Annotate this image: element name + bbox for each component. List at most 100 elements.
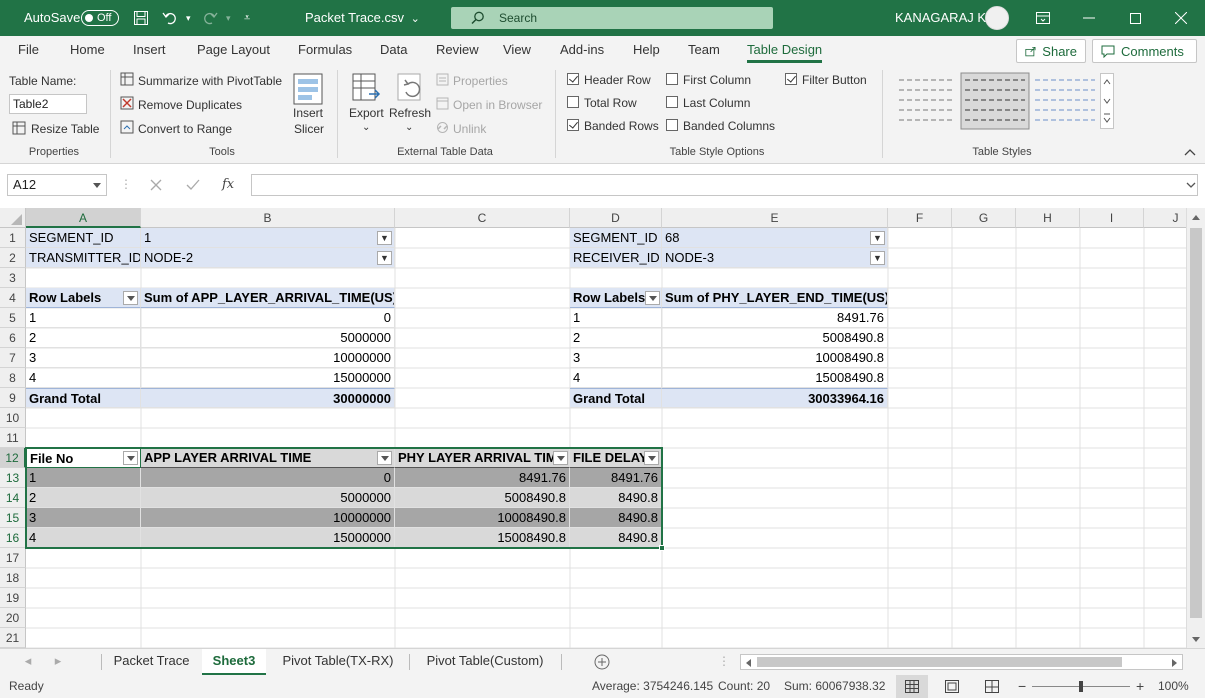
- row-header-2[interactable]: 2: [0, 248, 26, 268]
- row-header-3[interactable]: 3: [0, 268, 26, 288]
- row-header-12[interactable]: 12: [0, 448, 26, 468]
- column-header-e[interactable]: E: [662, 208, 888, 228]
- pivot-right-row-label[interactable]: 1: [570, 308, 662, 328]
- table-cell[interactable]: 5008490.8: [395, 488, 570, 508]
- column-header-a[interactable]: A: [26, 208, 141, 228]
- pivot-right-grand-total-value[interactable]: 30033964.16: [662, 388, 888, 408]
- summarize-pivot-button[interactable]: Summarize with PivotTable: [138, 74, 282, 88]
- pivot-right-row-value[interactable]: 5008490.8: [662, 328, 888, 348]
- pivot-left-row-label[interactable]: 3: [26, 348, 141, 368]
- name-box-dropdown-icon[interactable]: [93, 183, 101, 188]
- add-sheet-icon[interactable]: [594, 654, 610, 670]
- table-cell[interactable]: 15008490.8: [395, 528, 570, 548]
- document-title[interactable]: Packet Trace.csv ⌄: [305, 0, 420, 36]
- scroll-right-icon[interactable]: [1171, 658, 1179, 668]
- row-header-5[interactable]: 5: [0, 308, 26, 328]
- tab-help[interactable]: Help: [633, 36, 660, 66]
- next-sheet-icon[interactable]: ▸: [50, 649, 66, 675]
- save-icon[interactable]: [133, 0, 149, 36]
- close-icon[interactable]: [1158, 0, 1204, 36]
- table-header-phy-layer[interactable]: PHY LAYER ARRIVAL TIME: [395, 448, 570, 468]
- pivot-right-row-value[interactable]: 15008490.8: [662, 368, 888, 388]
- search-box[interactable]: Search: [451, 7, 773, 29]
- pivot-left-filter-value[interactable]: NODE-2: [141, 248, 395, 268]
- status-sum[interactable]: Sum: 60067938.32: [784, 675, 885, 698]
- filter-dropdown-icon[interactable]: ▼: [377, 231, 392, 245]
- column-header-b[interactable]: B: [141, 208, 395, 228]
- pivot-left-row-value[interactable]: 0: [141, 308, 395, 328]
- page-layout-view-icon[interactable]: [945, 680, 959, 693]
- tab-insert[interactable]: Insert: [133, 36, 166, 66]
- table-name-input[interactable]: Table2: [9, 94, 87, 114]
- status-average[interactable]: Average: 3754246.145: [592, 675, 713, 698]
- row-header-1[interactable]: 1: [0, 228, 26, 248]
- column-filter-dropdown-icon[interactable]: [123, 451, 138, 465]
- pivot-left-row-label[interactable]: 4: [26, 368, 141, 388]
- prev-sheet-icon[interactable]: ◂: [20, 649, 36, 675]
- share-button[interactable]: Share: [1016, 39, 1086, 63]
- table-cell[interactable]: 4: [26, 528, 141, 548]
- export-button[interactable]: Export: [349, 106, 384, 120]
- fill-handle[interactable]: [659, 545, 665, 551]
- minimize-icon[interactable]: [1066, 0, 1112, 36]
- pivot-right-filter-value[interactable]: NODE-3: [662, 248, 888, 268]
- unlink-button[interactable]: Unlink: [453, 122, 486, 136]
- pivot-left-row-value[interactable]: 15000000: [141, 368, 395, 388]
- refresh-button[interactable]: Refresh: [389, 106, 431, 120]
- row-header-8[interactable]: 8: [0, 368, 26, 388]
- horizontal-scroll-thumb[interactable]: [757, 657, 1122, 667]
- pivot-left-filter-label[interactable]: SEGMENT_ID: [26, 228, 141, 248]
- zoom-out-icon[interactable]: −: [1018, 675, 1026, 698]
- sheet-tab-pivot-tx-rx[interactable]: Pivot Table(TX-RX): [268, 649, 408, 675]
- row-header-15[interactable]: 15: [0, 508, 26, 528]
- filter-button-checkbox[interactable]: [785, 73, 797, 85]
- name-box[interactable]: A12: [7, 174, 107, 196]
- table-cell[interactable]: 8491.76: [395, 468, 570, 488]
- autosave-toggle[interactable]: Off: [81, 10, 119, 26]
- pivot-right-row-label[interactable]: 2: [570, 328, 662, 348]
- sheet-tab-sheet3[interactable]: Sheet3: [202, 649, 266, 675]
- pivot-right-value-header[interactable]: Sum of PHY_LAYER_END_TIME(US): [662, 288, 888, 308]
- filter-dropdown-icon[interactable]: ▼: [870, 231, 885, 245]
- banded-rows-checkbox[interactable]: [567, 119, 579, 131]
- status-count[interactable]: Count: 20: [718, 675, 770, 698]
- pivot-left-row-label[interactable]: 2: [26, 328, 141, 348]
- undo-icon[interactable]: [162, 0, 178, 36]
- scroll-up-icon[interactable]: [1191, 213, 1201, 221]
- last-column-checkbox[interactable]: [666, 96, 678, 108]
- row-header-17[interactable]: 17: [0, 548, 26, 568]
- row-header-21[interactable]: 21: [0, 628, 26, 648]
- insert-slicer-line2[interactable]: Slicer: [294, 122, 324, 136]
- vertical-scroll-thumb[interactable]: [1190, 228, 1202, 618]
- table-cell[interactable]: 8490.8: [570, 488, 662, 508]
- pivot-left-filter-value[interactable]: 1: [141, 228, 395, 248]
- column-header-i[interactable]: I: [1080, 208, 1144, 228]
- vertical-scrollbar[interactable]: [1186, 208, 1205, 648]
- pivot-right-grand-total-label[interactable]: Grand Total: [570, 388, 662, 408]
- customize-qat-icon[interactable]: ⩡: [244, 0, 250, 36]
- scroll-down-icon[interactable]: [1191, 636, 1201, 644]
- tab-add-ins[interactable]: Add-ins: [560, 36, 604, 66]
- pivot-left-value-header[interactable]: Sum of APP_LAYER_ARRIVAL_TIME(US): [141, 288, 395, 308]
- banded-columns-checkbox[interactable]: [666, 119, 678, 131]
- collapse-ribbon-icon[interactable]: [1184, 148, 1196, 156]
- row-header-9[interactable]: 9: [0, 388, 26, 408]
- user-name[interactable]: KANAGARAJ K: [895, 0, 986, 36]
- table-cell[interactable]: 5000000: [141, 488, 395, 508]
- refresh-chevron-icon[interactable]: ⌄: [405, 122, 413, 133]
- maximize-icon[interactable]: [1112, 0, 1158, 36]
- normal-view-button[interactable]: [896, 675, 928, 698]
- table-cell[interactable]: 8490.8: [570, 508, 662, 528]
- row-header-11[interactable]: 11: [0, 428, 26, 448]
- select-all-corner[interactable]: [0, 208, 26, 228]
- column-filter-dropdown-icon[interactable]: [377, 451, 392, 465]
- column-header-f[interactable]: F: [888, 208, 952, 228]
- table-cell[interactable]: 8491.76: [570, 468, 662, 488]
- sheet-tab-packet-trace[interactable]: Packet Trace: [102, 649, 201, 675]
- tab-table-design[interactable]: Table Design: [747, 36, 823, 66]
- row-header-7[interactable]: 7: [0, 348, 26, 368]
- row-header-19[interactable]: 19: [0, 588, 26, 608]
- column-header-d[interactable]: D: [570, 208, 662, 228]
- pivot-right-row-label[interactable]: 3: [570, 348, 662, 368]
- scroll-left-icon[interactable]: [744, 658, 752, 668]
